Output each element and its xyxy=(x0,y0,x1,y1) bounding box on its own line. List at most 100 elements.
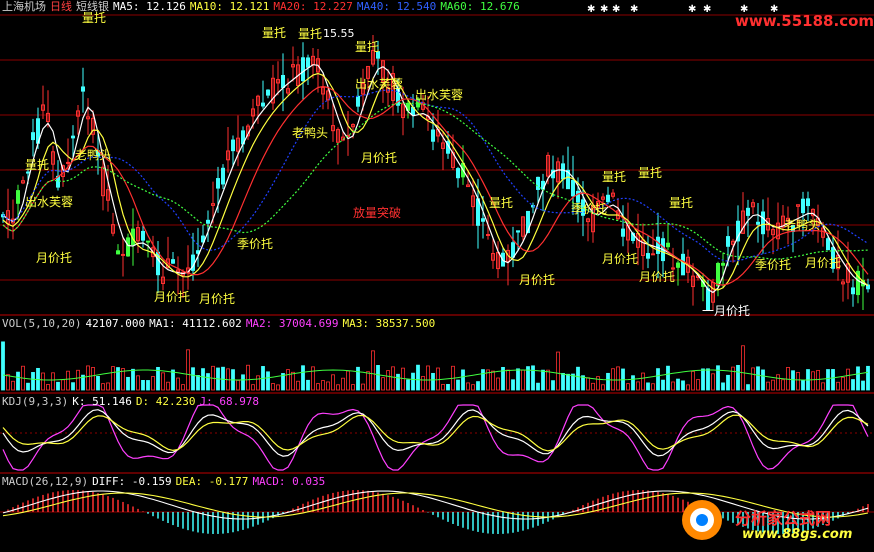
candle-body xyxy=(756,221,760,225)
candle-body xyxy=(306,57,310,68)
volume-bar xyxy=(76,369,80,391)
label-chushui-1: 出水芙蓉 xyxy=(355,77,404,91)
volume-bar xyxy=(41,372,45,391)
volume-bar xyxy=(136,375,140,391)
volume-bar xyxy=(306,379,310,391)
label-liangtuo-3: 量托 xyxy=(298,27,323,41)
volume-bar xyxy=(541,369,545,391)
volume-bar xyxy=(681,380,685,391)
candle-body xyxy=(801,198,805,214)
volume-bar xyxy=(651,383,655,391)
volume-bar xyxy=(846,368,850,391)
stock-chart-app: ✱ ✱ ✱ ✱ ✱ ✱ ✱ ✱ 上海机场 日线 短线银 MA5: 12.126 MA10: 12.12… xyxy=(0,0,874,552)
volume-bar xyxy=(66,370,70,391)
candle-body xyxy=(116,250,120,255)
volume-bar xyxy=(831,369,835,391)
star-marker-icon: ✱ xyxy=(630,4,638,15)
volume-bar xyxy=(431,372,435,391)
candle-body xyxy=(806,198,810,207)
volume-bar xyxy=(146,380,150,391)
volume-bar xyxy=(106,382,110,391)
volume-bar xyxy=(11,380,15,391)
volume-bar xyxy=(411,372,415,391)
main-chart-header: 上海机场 日线 短线银 MA5: 12.126 MA10: 12.121 MA20: 12… xyxy=(2,0,524,13)
chart-canvas[interactable]: ✱ ✱ ✱ ✱ ✱ ✱ ✱ ✱ xyxy=(0,0,874,552)
volume-bar xyxy=(761,369,765,391)
volume-bar xyxy=(611,368,615,391)
volume-bar xyxy=(706,368,710,391)
volume-bar xyxy=(636,381,640,391)
volume-bar xyxy=(101,383,105,391)
volume-bar xyxy=(31,372,35,391)
label-jijiatuo-3: 季价托 xyxy=(755,258,792,272)
volume-bar xyxy=(166,381,170,391)
star-marker-icon: ✱ xyxy=(587,4,595,15)
candle-body xyxy=(666,242,670,248)
watermark-top-url: www.55188.com xyxy=(735,12,874,30)
label-laoyatou-2: 老鸭头 xyxy=(75,148,112,162)
candle-body xyxy=(676,262,680,268)
volume-bar xyxy=(131,368,135,391)
volume-bar xyxy=(721,382,725,391)
candle-body xyxy=(726,236,730,247)
volume-bar xyxy=(356,366,360,391)
kdj-d: D: 42.230 xyxy=(135,395,196,408)
volume-bar xyxy=(781,379,785,391)
volume-bar xyxy=(236,379,240,391)
label-liangtuo-4: 量托 xyxy=(355,40,380,54)
volume-bar xyxy=(866,365,870,391)
candle-body xyxy=(456,168,460,179)
label-jijiatuo-1: 季价托 xyxy=(237,237,274,251)
volume-bar xyxy=(586,377,590,391)
volume-bar xyxy=(96,376,100,391)
label-yuejiatuo-4: 月价托 xyxy=(199,292,236,306)
candle-body xyxy=(716,262,720,287)
volume-bar xyxy=(386,370,390,391)
vol-ma3: MA3: 38537.500 xyxy=(342,317,436,330)
volume-bar xyxy=(141,380,145,391)
volume-bar xyxy=(201,368,205,391)
candle-body xyxy=(511,242,515,258)
ma5-readout: MA5: 12.126 xyxy=(113,0,186,13)
label-yuejiatuo-3: 月价托 xyxy=(154,290,191,304)
candle-body xyxy=(481,218,485,222)
star-marker-icon: ✱ xyxy=(600,4,608,15)
candle-body xyxy=(126,237,130,257)
label-liangtuo-9: 量托 xyxy=(669,196,694,210)
volume-bar xyxy=(51,372,55,391)
period-label: 日线 xyxy=(50,0,72,13)
volume-bar xyxy=(816,369,820,391)
vol-name: VOL(5,10,20) xyxy=(2,317,82,330)
vol-ma2: MA2: 37004.699 xyxy=(245,317,339,330)
volume-bar xyxy=(506,369,510,391)
volume-bar xyxy=(861,380,865,391)
macd-dea: DEA: -0.177 xyxy=(175,475,249,488)
volume-bar xyxy=(776,374,780,391)
volume-bar xyxy=(751,367,755,391)
volume-bar xyxy=(151,376,155,391)
label-liangtuo-1: 量托 xyxy=(82,11,107,25)
volume-bar xyxy=(821,382,825,391)
high-price-label: 15.55 xyxy=(323,27,355,40)
label-yuejiatuo-1: 月价托 xyxy=(361,151,398,165)
volume-bar xyxy=(1,341,5,391)
volume-bar xyxy=(331,374,335,391)
volume-bar xyxy=(276,384,280,391)
volume-bar xyxy=(606,372,610,391)
label-chushui-2: 出水芙蓉 xyxy=(415,88,464,102)
volume-bar xyxy=(366,371,370,391)
label-chushui-3: 出水芙蓉 xyxy=(25,195,74,209)
volume-bar xyxy=(841,376,845,391)
volume-bar xyxy=(676,378,680,391)
vol-header: VOL(5,10,20) 42107.000 MA1: 41112.602 MA2: … xyxy=(2,317,439,330)
volume-bar xyxy=(421,376,425,391)
volume-bar xyxy=(566,373,570,391)
volume-bar xyxy=(91,367,95,391)
volume-bar xyxy=(731,366,735,391)
volume-bar xyxy=(181,384,185,391)
volume-bar xyxy=(511,379,515,391)
volume-bar xyxy=(436,367,440,391)
candle-body xyxy=(571,179,575,197)
volume-bar xyxy=(16,371,20,391)
volume-bar xyxy=(251,384,255,391)
